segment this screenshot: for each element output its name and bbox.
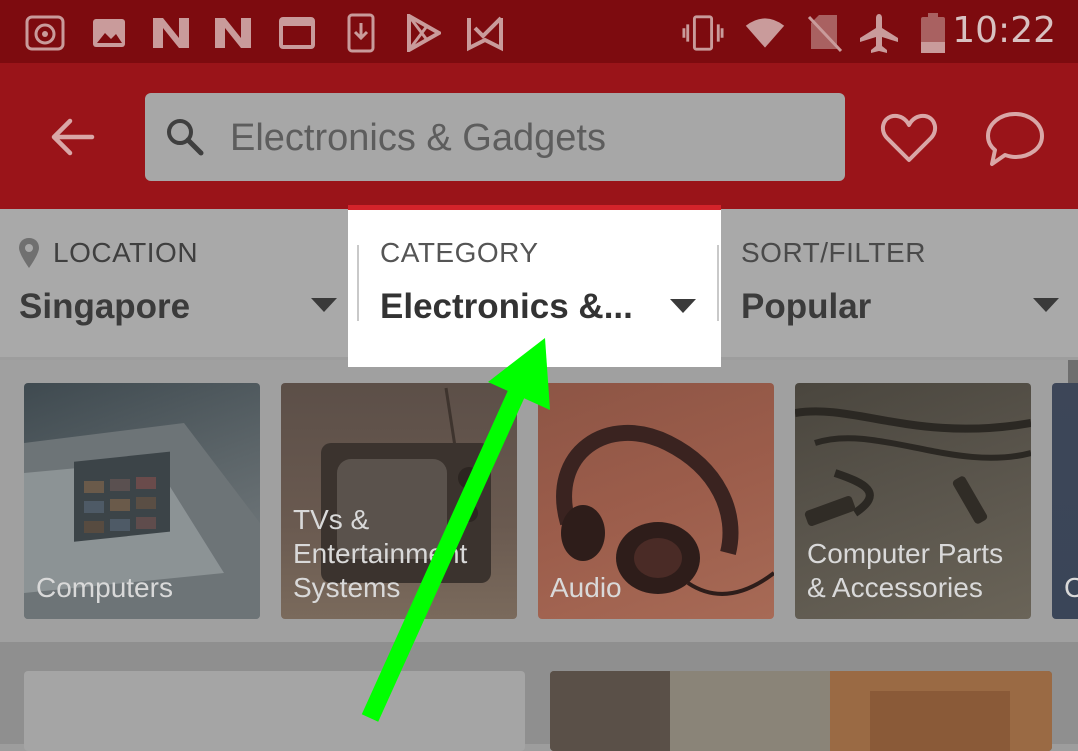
location-dropdown-caret-icon [311, 298, 337, 312]
listing-grid [0, 642, 1078, 751]
listing-card[interactable] [24, 671, 525, 751]
camera-app-icon [24, 12, 66, 54]
category-label-partial: C [1064, 572, 1078, 603]
category-carousel: Computers TVs & Entertainment Systems Au… [0, 360, 1078, 642]
n-icon [212, 12, 254, 54]
search-query: Electronics & Gadgets [230, 117, 606, 159]
image-icon [88, 12, 130, 54]
divider [357, 245, 359, 321]
category-tile-computer-parts[interactable]: Computer Parts & Accessories [795, 383, 1031, 619]
category-filter[interactable]: CATEGORY Electronics &... [348, 205, 721, 367]
location-pin-icon [18, 237, 40, 269]
listing-photo [550, 671, 1052, 751]
location-value: Singapore [19, 287, 191, 326]
n-icon [150, 12, 192, 54]
sort-label: SORT/FILTER [741, 237, 926, 268]
download-icon [340, 12, 382, 54]
category-label-computers: Computers [36, 572, 173, 603]
no-sim-icon [804, 12, 846, 54]
airplane-mode-icon [858, 12, 900, 54]
status-bar: 10:22 [0, 0, 1078, 63]
category-dropdown-caret-icon [670, 299, 696, 313]
vibrate-icon [682, 12, 724, 54]
category-value: Electronics &... [380, 287, 633, 326]
status-time: 10:22 [952, 10, 1056, 51]
search-input[interactable]: Electronics & Gadgets [145, 93, 845, 181]
heart-icon[interactable] [880, 110, 938, 166]
back-arrow-icon[interactable] [48, 113, 96, 161]
search-icon [165, 117, 205, 157]
category-tile-tvs[interactable]: TVs & Entertainment Systems [281, 383, 517, 619]
window-icon [276, 12, 318, 54]
sort-value: Popular [741, 287, 872, 326]
check-icon [464, 12, 506, 54]
category-label-computer-parts: Computer Parts & Accessories [807, 538, 1004, 603]
category-tile-computers[interactable]: Computers [24, 383, 260, 619]
location-label: LOCATION [53, 237, 199, 268]
category-label-audio: Audio [550, 572, 622, 603]
location-filter[interactable]: LOCATION Singapore [0, 209, 350, 357]
chat-bubble-icon[interactable] [984, 110, 1046, 168]
category-tile-audio[interactable]: Audio [538, 383, 774, 619]
wifi-icon [744, 12, 786, 54]
category-tile-partial[interactable]: C [1052, 383, 1078, 619]
battery-icon [912, 12, 954, 54]
sort-filter[interactable]: SORT/FILTER Popular [721, 209, 1078, 357]
sort-dropdown-caret-icon [1033, 298, 1059, 312]
divider [717, 245, 719, 321]
play-store-icon [402, 12, 444, 54]
listing-card[interactable] [550, 671, 1052, 751]
category-label-tvs: TVs & Entertainment Systems [293, 504, 468, 603]
highlight-accent-line [348, 205, 721, 210]
category-label: CATEGORY [380, 237, 539, 268]
